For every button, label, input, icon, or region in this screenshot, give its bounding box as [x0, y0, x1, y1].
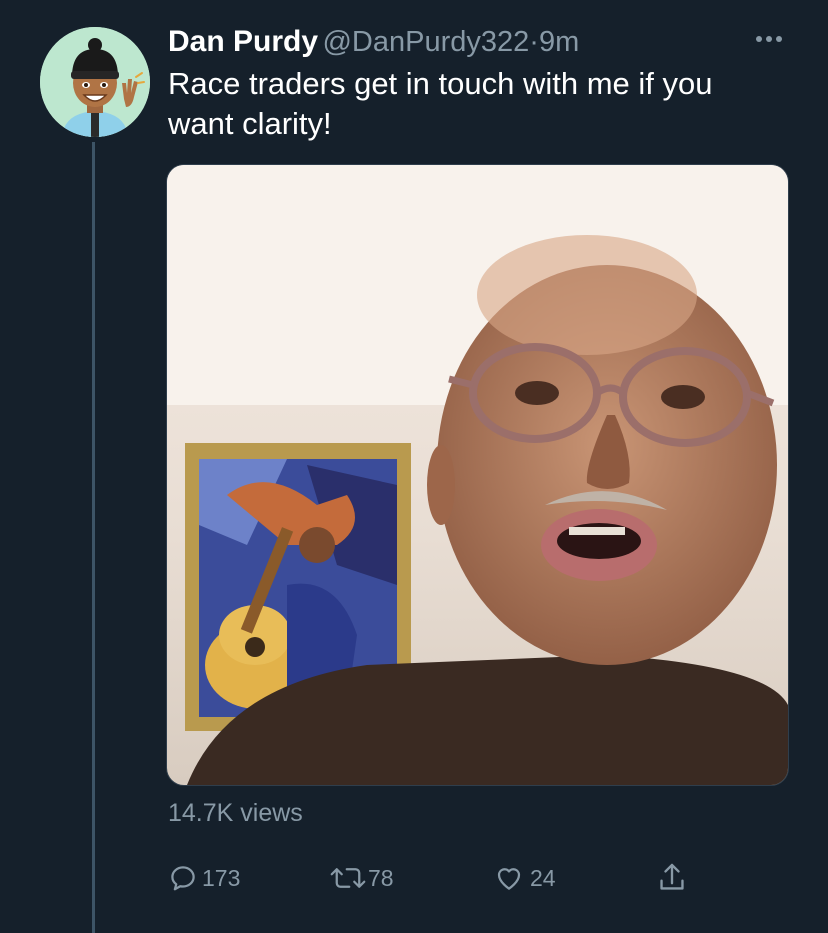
- like-button[interactable]: 24: [494, 858, 556, 898]
- video-player[interactable]: [166, 164, 789, 786]
- retweet-icon: [330, 868, 366, 888]
- more-horizontal-icon: [756, 36, 782, 42]
- tweet-header: Dan Purdy @DanPurdy322·9m: [168, 22, 579, 62]
- thread-connector-line: [92, 142, 95, 933]
- separator-dot: ·: [529, 26, 539, 58]
- video-view-count: 14.7K views: [168, 799, 303, 827]
- author-handle[interactable]: @DanPurdy322: [322, 26, 529, 58]
- reply-count: 173: [202, 864, 241, 891]
- heart-icon: [497, 868, 521, 890]
- share-icon: [660, 863, 684, 890]
- reply-button[interactable]: 173: [168, 858, 240, 898]
- tweet-text: Race traders get in touch with me if you…: [168, 66, 713, 141]
- author-name[interactable]: Dan Purdy: [168, 25, 318, 58]
- retweet-count: 78: [368, 864, 394, 891]
- video-frame-image: [167, 165, 788, 785]
- share-button[interactable]: [656, 858, 688, 898]
- more-options-button[interactable]: [752, 24, 786, 54]
- reply-icon: [171, 866, 195, 891]
- like-count: 24: [530, 864, 556, 891]
- tweet-timestamp[interactable]: 9m: [539, 26, 579, 58]
- memoji-avatar-image: [40, 27, 150, 137]
- retweet-button[interactable]: 78: [328, 858, 394, 898]
- avatar[interactable]: [40, 27, 150, 137]
